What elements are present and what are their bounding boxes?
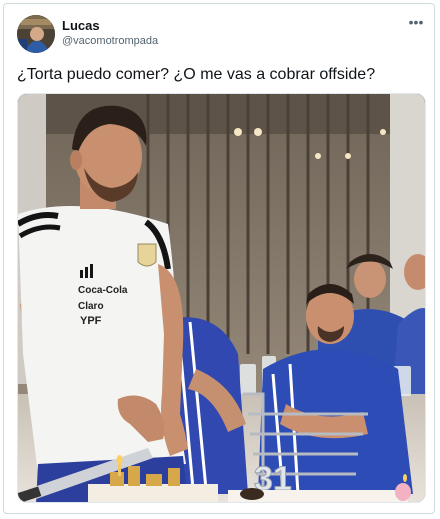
more-options-button[interactable]: ••• <box>406 14 426 30</box>
avatar[interactable] <box>17 15 55 53</box>
avatar-image <box>17 15 55 53</box>
tweet-card[interactable]: Lucas @vacomotrompada ••• ¿Torta puedo c… <box>3 3 435 514</box>
author-handle[interactable]: @vacomotrompada <box>62 35 158 47</box>
photo-scene: Coca-Cola Claro YPF 31 <box>18 94 425 502</box>
tweet-text: ¿Torta puedo comer? ¿O me vas a cobrar o… <box>17 66 376 83</box>
shirt-sponsor-claro: Claro <box>78 301 104 312</box>
tweet-media-photo[interactable]: Coca-Cola Claro YPF 31 <box>17 93 426 503</box>
more-dots-icon: ••• <box>408 14 424 30</box>
shirt-sponsor-ypf: YPF <box>80 315 102 327</box>
author-name[interactable]: Lucas <box>62 18 100 33</box>
shirt-sponsor-cocacola: Coca-Cola <box>78 285 128 296</box>
